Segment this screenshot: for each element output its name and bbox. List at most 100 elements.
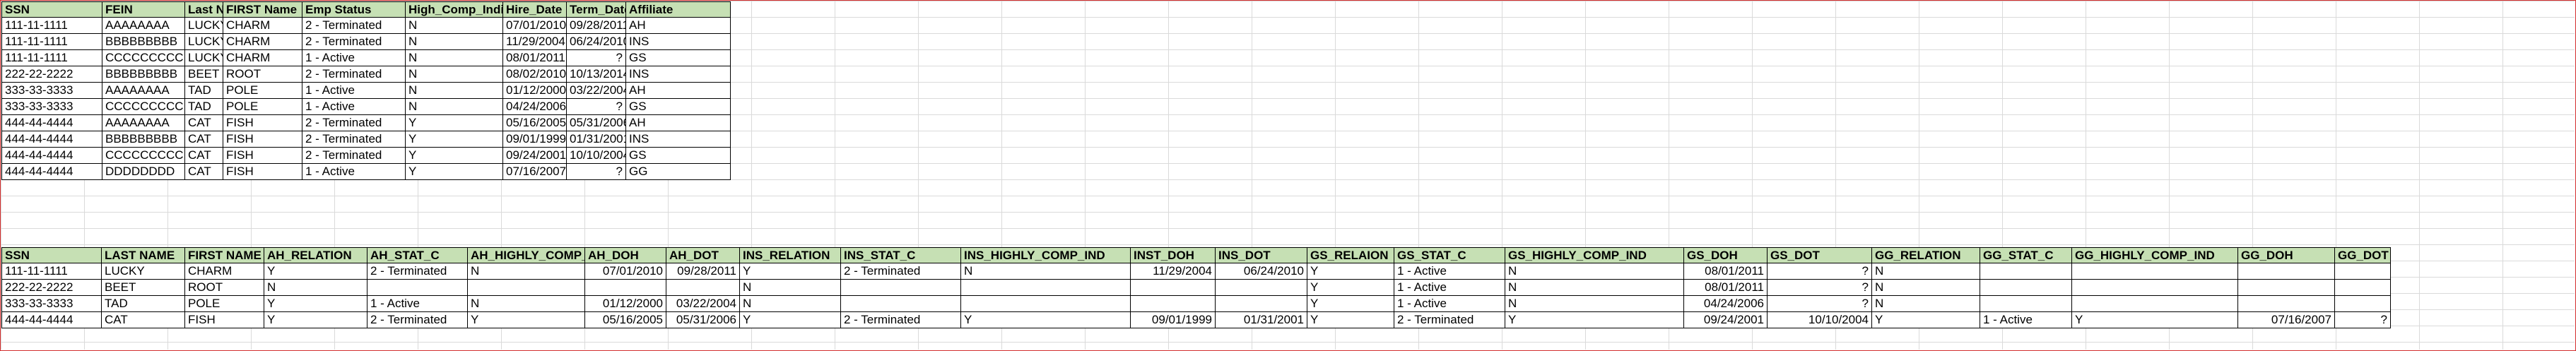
- table2-cell-r3-first-name[interactable]: POLE: [185, 296, 264, 312]
- table1-cell-r10-last-name[interactable]: CAT: [185, 164, 223, 180]
- table2-cell-r3-gg-highly-comp-ind[interactable]: [2072, 296, 2238, 312]
- table1-cell-r7-emp-status[interactable]: 2 - Terminated: [302, 115, 406, 131]
- table2-cell-r4-ah-stat-c[interactable]: 2 - Terminated: [367, 312, 468, 328]
- table2-cell-r1-ins-stat-c[interactable]: 2 - Terminated: [841, 263, 961, 280]
- table2-cell-r4-ins-relation[interactable]: Y: [740, 312, 841, 328]
- table2-cell-r1-gg-highly-comp-ind[interactable]: [2072, 263, 2238, 280]
- table1-cell-r10-emp-status[interactable]: 1 - Active: [302, 164, 406, 180]
- table2-cell-r1-ins-dot[interactable]: 06/24/2010: [1216, 263, 1307, 280]
- table1-cell-r5-hire-date[interactable]: 01/12/2000: [503, 83, 567, 99]
- table1-cell-r7-fein[interactable]: AAAAAAAA: [102, 115, 185, 131]
- table2-cell-r2-gs-highly-comp-ind[interactable]: N: [1505, 280, 1684, 296]
- table1-cell-r1-last-name[interactable]: LUCKY: [185, 18, 223, 34]
- table2-cell-r1-gg-dot[interactable]: [2335, 263, 2391, 280]
- table2-cell-r2-ssn[interactable]: 222-22-2222: [1, 280, 102, 296]
- table2-cell-r2-gg-relation[interactable]: N: [1872, 280, 1980, 296]
- table2-cell-r3-ah-highly-comp-ind[interactable]: N: [468, 296, 585, 312]
- table2-cell-r1-first-name[interactable]: CHARM: [185, 263, 264, 280]
- table2-cell-r1-gs-doh[interactable]: 08/01/2011: [1684, 263, 1768, 280]
- table1-cell-r10-ssn[interactable]: 444-44-4444: [1, 164, 102, 180]
- table2-header-ins-relation[interactable]: INS_RELATION: [740, 247, 841, 263]
- table2-cell-r3-inst-doh[interactable]: [1131, 296, 1216, 312]
- table2-header-gg-dot[interactable]: GG_DOT: [2335, 247, 2391, 263]
- table1-header-hire-date[interactable]: Hire_Date: [503, 1, 567, 18]
- table2-cell-r3-ah-relation[interactable]: Y: [264, 296, 367, 312]
- table2-cell-r4-last-name[interactable]: CAT: [102, 312, 185, 328]
- table2-cell-r2-ah-doh[interactable]: [585, 280, 666, 296]
- table1-cell-r1-term-date[interactable]: 09/28/2011: [567, 18, 626, 34]
- table1-cell-r2-hire-date[interactable]: 11/29/2004: [503, 34, 567, 50]
- table1-cell-r1-high-comp-indicator[interactable]: N: [406, 18, 503, 34]
- table1-cell-r5-last-name[interactable]: TAD: [185, 83, 223, 99]
- table1-cell-r10-high-comp-indicator[interactable]: Y: [406, 164, 503, 180]
- table2-header-gs-dot[interactable]: GS_DOT: [1768, 247, 1872, 263]
- table2-cell-r2-gg-highly-comp-ind[interactable]: [2072, 280, 2238, 296]
- table2-header-gg-relation[interactable]: GG_RELATION: [1872, 247, 1980, 263]
- table2-header-gs-relaion[interactable]: GS_RELAION: [1307, 247, 1394, 263]
- table1-cell-r2-fein[interactable]: BBBBBBBBB: [102, 34, 185, 50]
- table1-header-ssn[interactable]: SSN: [1, 1, 102, 18]
- table1-cell-r3-term-date[interactable]: ?: [567, 50, 626, 66]
- table2-cell-r4-ssn[interactable]: 444-44-4444: [1, 312, 102, 328]
- table1-cell-r8-ssn[interactable]: 444-44-4444: [1, 131, 102, 148]
- table2-cell-r1-inst-doh[interactable]: 11/29/2004: [1131, 263, 1216, 280]
- table1-cell-r2-emp-status[interactable]: 2 - Terminated: [302, 34, 406, 50]
- table1-cell-r3-first-name[interactable]: CHARM: [223, 50, 302, 66]
- table2-cell-r2-ins-relation[interactable]: N: [740, 280, 841, 296]
- table2-header-ah-highly-comp-ind[interactable]: AH_HIGHLY_COMP_IND: [468, 247, 585, 263]
- table2-cell-r1-ah-relation[interactable]: Y: [264, 263, 367, 280]
- table1-cell-r9-emp-status[interactable]: 2 - Terminated: [302, 148, 406, 164]
- table2-cell-r4-gg-relation[interactable]: Y: [1872, 312, 1980, 328]
- table1-cell-r3-emp-status[interactable]: 1 - Active: [302, 50, 406, 66]
- table2-cell-r3-gs-highly-comp-ind[interactable]: N: [1505, 296, 1684, 312]
- table1-header-fein[interactable]: FEIN: [102, 1, 185, 18]
- table1-cell-r4-hire-date[interactable]: 08/02/2010: [503, 66, 567, 83]
- table1-cell-r4-term-date[interactable]: 10/13/2014: [567, 66, 626, 83]
- table2-header-inst-doh[interactable]: INST_DOH: [1131, 247, 1216, 263]
- table2-header-ins-stat-c[interactable]: INS_STAT_C: [841, 247, 961, 263]
- table1-cell-r10-hire-date[interactable]: 07/16/2007: [503, 164, 567, 180]
- table2-cell-r1-ssn[interactable]: 111-11-1111: [1, 263, 102, 280]
- table1-cell-r6-emp-status[interactable]: 1 - Active: [302, 99, 406, 115]
- table2-cell-r1-ins-relation[interactable]: Y: [740, 263, 841, 280]
- table2-cell-r4-gg-stat-c[interactable]: 1 - Active: [1980, 312, 2072, 328]
- table2-cell-r2-first-name[interactable]: ROOT: [185, 280, 264, 296]
- table2-cell-r3-gs-relaion[interactable]: Y: [1307, 296, 1394, 312]
- table2-cell-r2-ins-stat-c[interactable]: [841, 280, 961, 296]
- table1-cell-r1-first-name[interactable]: CHARM: [223, 18, 302, 34]
- table1-cell-r4-ssn[interactable]: 222-22-2222: [1, 66, 102, 83]
- table2-cell-r2-ah-stat-c[interactable]: [367, 280, 468, 296]
- table1-header-last-name[interactable]: Last Name: [185, 1, 223, 18]
- table1-cell-r4-first-name[interactable]: ROOT: [223, 66, 302, 83]
- table1-cell-r10-affiliate[interactable]: GG: [626, 164, 731, 180]
- table1-cell-r3-ssn[interactable]: 111-11-1111: [1, 50, 102, 66]
- table2-cell-r4-gg-doh[interactable]: 07/16/2007: [2238, 312, 2335, 328]
- table2-header-gs-doh[interactable]: GS_DOH: [1684, 247, 1768, 263]
- table1-cell-r9-first-name[interactable]: FISH: [223, 148, 302, 164]
- table1-cell-r8-emp-status[interactable]: 2 - Terminated: [302, 131, 406, 148]
- table1-cell-r7-hire-date[interactable]: 05/16/2005: [503, 115, 567, 131]
- table2-cell-r2-inst-doh[interactable]: [1131, 280, 1216, 296]
- table1-cell-r2-high-comp-indicator[interactable]: N: [406, 34, 503, 50]
- table2-cell-r4-inst-doh[interactable]: 09/01/1999: [1131, 312, 1216, 328]
- table1-cell-r2-last-name[interactable]: LUCKY: [185, 34, 223, 50]
- table1-cell-r5-first-name[interactable]: POLE: [223, 83, 302, 99]
- table1-cell-r6-last-name[interactable]: TAD: [185, 99, 223, 115]
- table1-cell-r5-affiliate[interactable]: AH: [626, 83, 731, 99]
- spreadsheet-grid[interactable]: SSNFEINLast NameFIRST NameEmp StatusHigh…: [1, 1, 2575, 350]
- table1-cell-r5-term-date[interactable]: 03/22/2004: [567, 83, 626, 99]
- table2-cell-r1-ins-highly-comp-ind[interactable]: N: [961, 263, 1131, 280]
- table2-header-ah-stat-c[interactable]: AH_STAT_C: [367, 247, 468, 263]
- table2-header-ssn[interactable]: SSN: [1, 247, 102, 263]
- table1-cell-r2-ssn[interactable]: 111-11-1111: [1, 34, 102, 50]
- table1-cell-r6-first-name[interactable]: POLE: [223, 99, 302, 115]
- table2-header-last-name[interactable]: LAST NAME: [102, 247, 185, 263]
- table1-cell-r3-high-comp-indicator[interactable]: N: [406, 50, 503, 66]
- table2-cell-r1-gs-dot[interactable]: ?: [1768, 263, 1872, 280]
- table2-header-ah-dot[interactable]: AH_DOT: [666, 247, 740, 263]
- table2-cell-r3-gg-relation[interactable]: N: [1872, 296, 1980, 312]
- table2-cell-r1-gs-highly-comp-ind[interactable]: N: [1505, 263, 1684, 280]
- table1-cell-r3-last-name[interactable]: LUCKY: [185, 50, 223, 66]
- table1-cell-r1-fein[interactable]: AAAAAAAA: [102, 18, 185, 34]
- table1-cell-r7-affiliate[interactable]: AH: [626, 115, 731, 131]
